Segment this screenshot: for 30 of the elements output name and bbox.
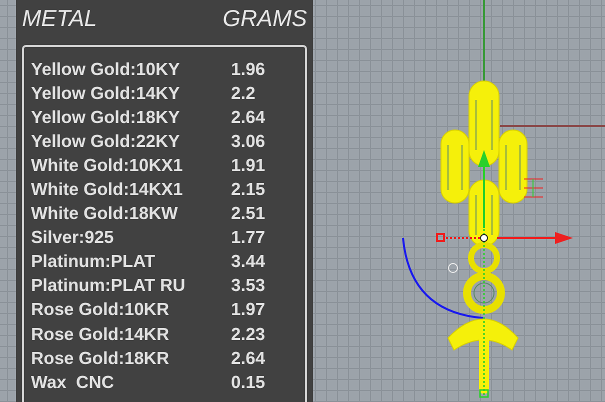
- metal-name: Yellow Gold:10KY: [31, 58, 181, 80]
- metal-name: Platinum:PLAT RU: [31, 275, 186, 296]
- gram-value: 1.96: [231, 58, 266, 80]
- gram-value: 2.2: [231, 82, 256, 104]
- gram-value: 1.91: [231, 154, 266, 176]
- metal-name: Platinum:PLAT: [31, 251, 156, 272]
- metal-name: Yellow Gold:22KY: [31, 130, 181, 152]
- metal-name: Wax CNC: [31, 372, 115, 393]
- gram-value: 0.15: [231, 372, 266, 393]
- gram-value: 2.15: [231, 179, 266, 200]
- metal-name: White Gold:10KX1: [31, 154, 184, 176]
- gram-value: 1.97: [231, 299, 266, 320]
- gram-value: 3.44: [231, 251, 266, 272]
- metal-header: METAL: [22, 5, 97, 33]
- gram-value: 2.23: [231, 324, 266, 345]
- metal-name: Yellow Gold:14KY: [31, 82, 181, 104]
- metal-name: Silver:925: [31, 227, 115, 248]
- metal-name: Yellow Gold:18KY: [31, 106, 181, 128]
- metal-name: Rose Gold:18KR: [31, 348, 170, 369]
- grams-header: GRAMS: [222, 5, 307, 33]
- metal-name: Rose Gold:14KR: [31, 324, 170, 345]
- gram-value: 2.64: [231, 348, 266, 369]
- metal-name: Rose Gold:10KR: [31, 299, 170, 320]
- gram-value: 1.77: [231, 227, 266, 248]
- gram-value: 3.06: [231, 130, 266, 152]
- gram-value: 2.51: [231, 203, 266, 224]
- metal-name: White Gold:18KW: [31, 203, 179, 224]
- gram-value: 3.53: [231, 275, 266, 296]
- metal-name: White Gold:14KX1: [31, 179, 184, 200]
- gram-value: 2.64: [231, 106, 266, 128]
